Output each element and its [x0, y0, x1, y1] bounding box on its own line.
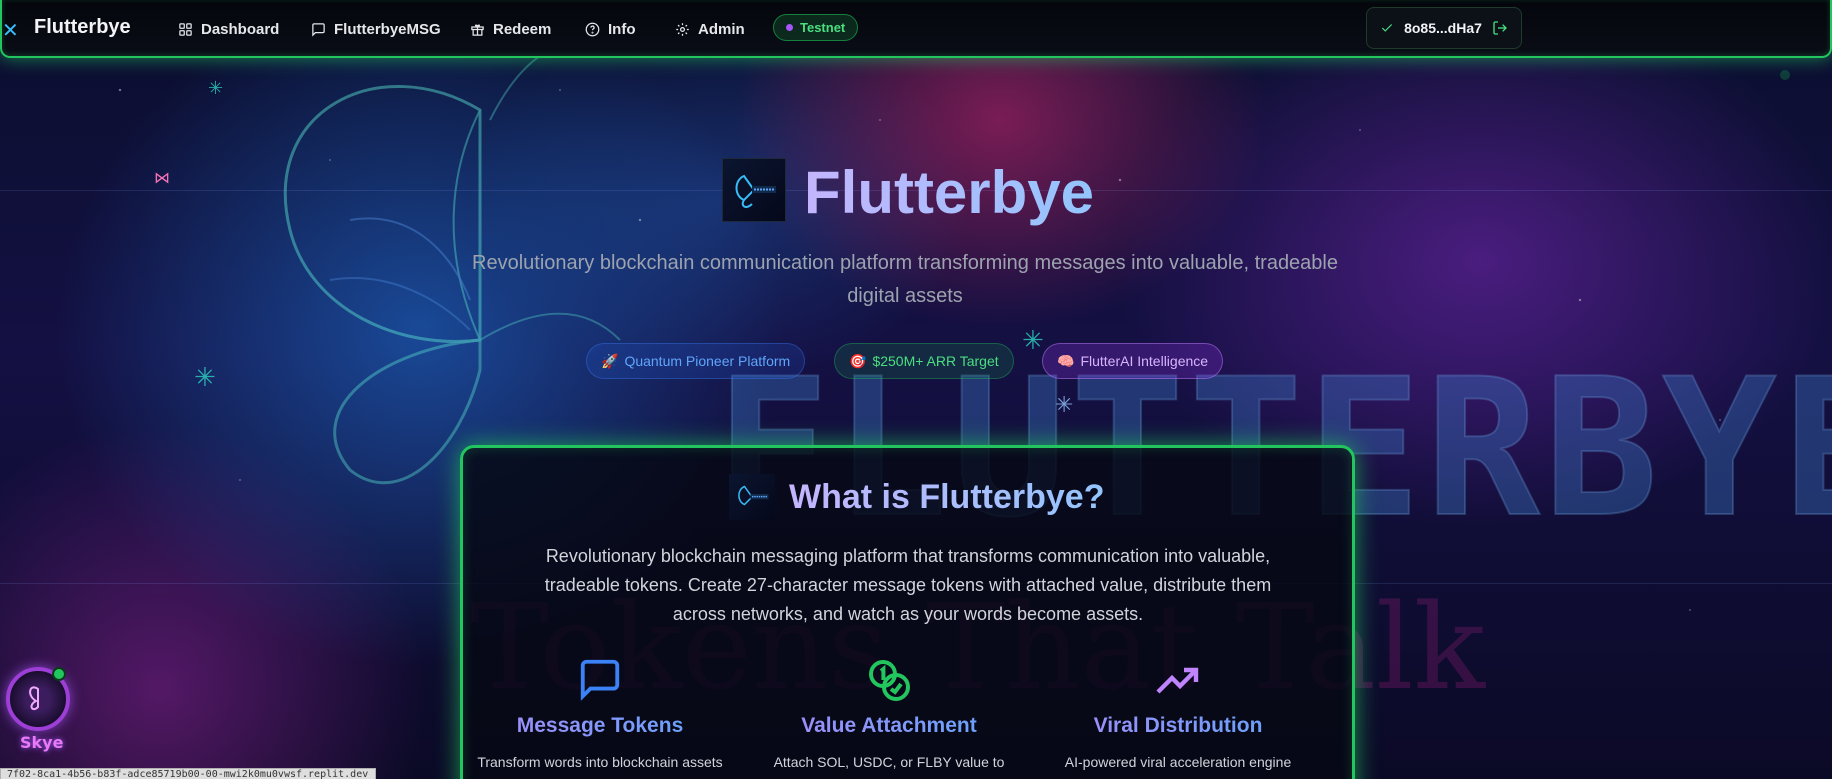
browser-status-url: 7f02-8ca1-4b56-b83f-adce85719b00-00-mwi2… — [0, 768, 376, 779]
feature-text: AI-powered viral acceleration engine — [1064, 754, 1292, 770]
brand-name[interactable]: Flutterbye — [34, 16, 131, 39]
status-dot-icon — [786, 24, 793, 31]
online-status-dot — [52, 667, 66, 681]
hero-title: Flutterbye — [804, 159, 1095, 226]
feature-title: Value Attachment — [759, 714, 1019, 738]
feature-message-tokens: Message Tokens Transform words into bloc… — [470, 656, 730, 772]
pill-label: FlutterAI Intelligence — [1080, 353, 1209, 369]
wallet-button[interactable]: 8o85...dHa7 — [1366, 7, 1522, 49]
sparkle-icon: ✳ — [194, 362, 216, 392]
what-is-card: What is Flutterbye? Revolutionary blockc… — [460, 445, 1355, 779]
butterfly-logo-icon: ✕ — [2, 20, 19, 42]
pill-arr-target[interactable]: 🎯 $250M+ ARR Target — [834, 343, 1014, 379]
target-icon: 🎯 — [849, 352, 867, 369]
trending-up-icon — [1156, 667, 1199, 694]
card-logo — [729, 474, 775, 520]
nav-redeem-label: Redeem — [493, 20, 552, 38]
sparkle-icon: ✳ — [1055, 392, 1074, 417]
feature-value-attachment: Value Attachment Attach SOL, USDC, or FL… — [759, 656, 1019, 772]
brain-icon: 🧠 — [1057, 352, 1075, 369]
logout-icon[interactable] — [1492, 20, 1508, 36]
rocket-icon: 🚀 — [601, 352, 619, 369]
sparkle-icon: ✳ — [1022, 325, 1044, 355]
nav-info[interactable]: Info — [585, 18, 636, 40]
gear-icon — [676, 22, 689, 36]
feature-title: Viral Distribution — [1048, 714, 1308, 738]
hero-logo — [722, 158, 786, 222]
skye-label: Skye — [20, 733, 64, 752]
pill-quantum-pioneer[interactable]: 🚀 Quantum Pioneer Platform — [586, 343, 806, 379]
decorative-dot — [1780, 70, 1790, 80]
top-navbar: ✕ Flutterbye Dashboard FlutterbyeMSG Red… — [0, 0, 1832, 58]
nav-admin-label: Admin — [698, 20, 745, 38]
nav-info-label: Info — [608, 20, 636, 38]
nav-dashboard-label: Dashboard — [201, 20, 280, 38]
network-badge-label: Testnet — [800, 20, 846, 35]
card-title: What is Flutterbye? — [789, 478, 1105, 516]
check-icon — [1381, 24, 1393, 32]
flutterbye-logo-icon — [738, 485, 769, 506]
flutterbye-logo-icon — [735, 174, 776, 208]
nav-dashboard[interactable]: Dashboard — [178, 18, 279, 40]
chat-bubble-icon — [580, 659, 620, 701]
hero-subtitle: Revolutionary blockchain communication p… — [472, 252, 1338, 307]
pill-label: $250M+ ARR Target — [872, 353, 999, 369]
feature-text: Transform words into blockchain assets — [477, 754, 723, 770]
wallet-address: 8o85...dHa7 — [1404, 20, 1482, 36]
nav-redeem[interactable]: Redeem — [470, 18, 551, 40]
butterfly-icon: ⋈ — [154, 170, 170, 187]
info-icon — [585, 22, 600, 36]
network-badge: Testnet — [773, 14, 859, 41]
coins-icon — [869, 660, 910, 701]
sparkle-icon: ✳ — [208, 78, 224, 98]
nav-flutterbyemsg-label: FlutterbyeMSG — [334, 20, 441, 38]
feature-title: Message Tokens — [470, 714, 730, 738]
feature-text: Attach SOL, USDC, or FLBY value to — [773, 754, 1005, 770]
nav-admin[interactable]: Admin — [675, 18, 745, 40]
card-description: Revolutionary blockchain messaging platf… — [544, 546, 1272, 624]
feature-viral-distribution: Viral Distribution AI-powered viral acce… — [1048, 656, 1308, 772]
message-icon — [312, 22, 325, 37]
dashboard-icon — [179, 22, 192, 36]
nav-flutterbyemsg[interactable]: FlutterbyeMSG — [311, 18, 441, 40]
pill-label: Quantum Pioneer Platform — [624, 353, 791, 369]
app-root: FLUTTERBYE Tokens That Talk ✳ ✳ ✳ ✳ ⋈ ✕ … — [0, 0, 1832, 779]
pill-flutterai[interactable]: 🧠 FlutterAI Intelligence — [1042, 343, 1224, 379]
gift-icon — [471, 24, 484, 36]
